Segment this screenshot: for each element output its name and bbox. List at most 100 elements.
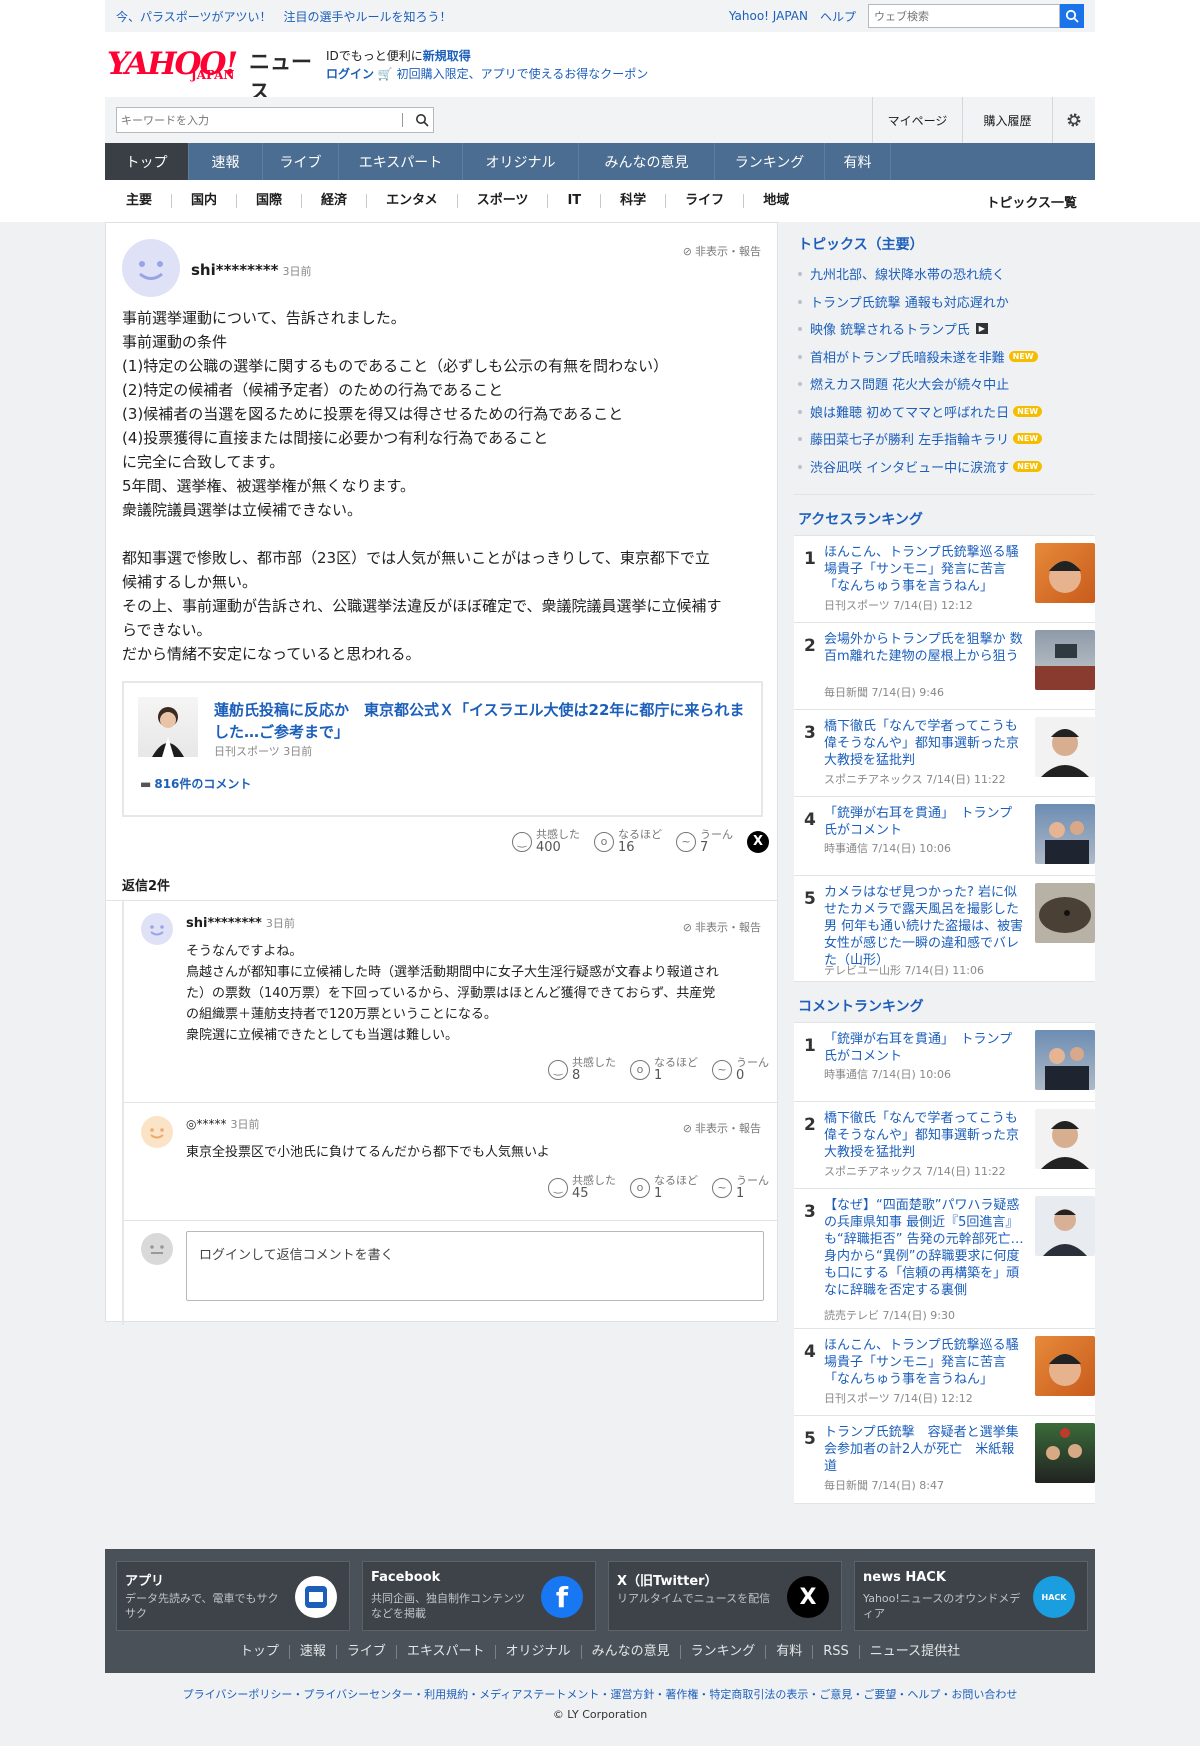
footer-link[interactable]: 速報: [290, 1645, 337, 1659]
insight-button[interactable]: o なるほど 1: [630, 1174, 698, 1201]
login-link[interactable]: ログイン: [326, 67, 374, 81]
footer-card-facebook[interactable]: Facebook 共同企画、独自制作コンテンツなどを掲載 f: [362, 1561, 596, 1631]
settings-button[interactable]: [1052, 97, 1095, 143]
empathy-button[interactable]: ‿ 共感した 8: [548, 1056, 616, 1083]
gnav-opinions[interactable]: みんなの意見: [579, 143, 715, 180]
ranking-item[interactable]: 5 カメラはなぜ見つかった? 岩に似せたカメラで露天風呂を撮影した男 何年も通い…: [794, 875, 1095, 981]
web-search-button[interactable]: [1060, 4, 1084, 28]
comment-ranking-heading[interactable]: コメントランキング: [794, 982, 1095, 1022]
footer-link[interactable]: 有料: [766, 1645, 814, 1659]
footer-card-x[interactable]: X（旧Twitter） リアルタイムでニュースを配信 X: [608, 1561, 842, 1631]
gnav-breaking[interactable]: 速報: [189, 143, 263, 180]
topic-item[interactable]: 九州北部、線状降水帯の恐れ続く: [794, 260, 1095, 288]
comment-user[interactable]: shi********: [191, 261, 279, 279]
help-link[interactable]: ヘルプ: [820, 8, 856, 25]
ranking-thumbnail: [1035, 543, 1095, 603]
subnav-business[interactable]: 経済: [302, 194, 368, 208]
insight-button[interactable]: o なるほど 16: [594, 828, 662, 855]
comment-line: (3)候補者の当選を図るために投票を得又は得させるための行為であること: [122, 405, 624, 423]
subnav-sports[interactable]: スポーツ: [458, 194, 549, 208]
reply-comment-box[interactable]: ログインして返信コメントを書く: [186, 1231, 764, 1301]
subnav-main[interactable]: 主要: [105, 194, 173, 208]
subnav-local[interactable]: 地域: [744, 194, 808, 208]
topic-item[interactable]: 渋谷凪咲 インタビュー中に涙流す NEW: [794, 453, 1095, 481]
subnav-life[interactable]: ライフ: [666, 194, 745, 208]
comment-count-link[interactable]: ▬ 816件のコメント: [140, 775, 251, 792]
gnav-expert[interactable]: エキスパート: [339, 143, 463, 180]
purchase-history-link[interactable]: 購入履歴: [962, 97, 1052, 143]
comment-line: だから情緒不安定になっていると思われる。: [122, 645, 421, 663]
footer-link[interactable]: みんなの意見: [582, 1645, 681, 1659]
subnav-domestic[interactable]: 国内: [172, 194, 238, 208]
gnav-ranking[interactable]: ランキング: [715, 143, 825, 180]
comment-body: 事前選挙運動について、告訴されました。 事前運動の条件 (1)特定の公職の選挙に…: [122, 306, 767, 666]
hmm-button[interactable]: ~ うーん 1: [712, 1174, 769, 1201]
footer-link[interactable]: ニュース提供社: [860, 1645, 970, 1659]
ranking-item[interactable]: 4 「銃弾が右耳を貫通」 トランプ氏がコメント 時事通信 7/14(日) 10:…: [794, 796, 1095, 875]
yahoo-japan-link[interactable]: Yahoo! JAPAN: [729, 9, 808, 23]
reply-user[interactable]: shi********: [186, 916, 262, 931]
hide-report-link[interactable]: ⊘ 非表示・報告: [683, 919, 761, 935]
mypage-link[interactable]: マイページ: [872, 97, 962, 143]
footer-card-app[interactable]: アプリ データ先読みで、電車でもサクサク: [116, 1561, 350, 1631]
web-search-input[interactable]: [868, 4, 1060, 28]
subnav-world[interactable]: 国際: [237, 194, 303, 208]
ranking-item[interactable]: 4 ほんこん、トランプ氏銃撃巡る騒場貴子「サンモニ」発言に苦言「なんちゅう事を言…: [794, 1328, 1095, 1415]
ranking-item[interactable]: 2 会場外からトランプ氏を狙撃か 数百m離れた建物の屋根上から狙う 毎日新聞 7…: [794, 622, 1095, 709]
topic-item[interactable]: 藤田菜七子が勝利 左手指輪キラリ NEW: [794, 425, 1095, 453]
register-link[interactable]: 新規取得: [423, 49, 471, 63]
yahoo-news-logo[interactable]: YAHOO! JAPAN ニュース: [107, 46, 317, 104]
article-title[interactable]: 蓮舫氏投稿に反応か 東京都公式Ｘ「イスラエル大使は22年に都庁に来られました…ご…: [214, 699, 749, 743]
empathy-button[interactable]: ‿ 共感した 45: [548, 1174, 616, 1201]
article-card[interactable]: 蓮舫氏投稿に反応か 東京都公式Ｘ「イスラエル大使は22年に都庁に来られました…ご…: [122, 681, 763, 817]
reaction-bar: ‿ 共感した 8 o なるほど 1 ~ うーん 0: [534, 1056, 769, 1083]
footer-link[interactable]: トップ: [230, 1645, 290, 1659]
subnav-science[interactable]: 科学: [601, 194, 667, 208]
ranking-item[interactable]: 1 「銃弾が右耳を貫通」 トランプ氏がコメント 時事通信 7/14(日) 10:…: [794, 1022, 1095, 1101]
footer-card-newshack[interactable]: news HACK Yahoo!ニュースのオウンドメディア HACK: [854, 1561, 1088, 1631]
topic-item[interactable]: 燃えカス問題 花火大会が続々中止: [794, 370, 1095, 398]
ranking-thumbnail: [1035, 630, 1095, 690]
header: 今、パラスポーツがアツい！ 注目の選手やルールを知ろう！ Yahoo! JAPA…: [0, 0, 1200, 222]
gnav-original[interactable]: オリジナル: [463, 143, 579, 180]
hmm-button[interactable]: ~ うーん 7: [676, 828, 733, 855]
hide-report-link[interactable]: ⊘ 非表示・報告: [683, 1120, 761, 1136]
keyword-search-input[interactable]: [117, 109, 402, 131]
topic-item[interactable]: 首相がトランプ氏暗殺未遂を非難 NEW: [794, 343, 1095, 371]
insight-button[interactable]: o なるほど 1: [630, 1056, 698, 1083]
subnav-it[interactable]: IT: [548, 194, 602, 208]
access-ranking-heading[interactable]: アクセスランキング: [794, 495, 1095, 535]
footer-link[interactable]: ランキング: [681, 1645, 767, 1659]
topics-heading[interactable]: トピックス（主要）: [794, 222, 1095, 260]
x-share-button[interactable]: X: [747, 830, 769, 853]
ranking-item[interactable]: 5 トランプ氏銃撃 容疑者と選挙集会参加者の計2人が死亡 米紙報道 毎日新聞 7…: [794, 1415, 1095, 1504]
ranking-item[interactable]: 1 ほんこん、トランプ氏銃撃巡る騒場貴子「サンモニ」発言に苦言「なんちゅう事を言…: [794, 535, 1095, 622]
ranking-item[interactable]: 2 橋下徹氏「なんで学者ってこうも偉そうなんや」都知事選斬った京大教授を猛批判 …: [794, 1101, 1095, 1188]
hmm-button[interactable]: ~ うーん 0: [712, 1056, 769, 1083]
promo-link[interactable]: 今、パラスポーツがアツい！ 注目の選手やルールを知ろう！: [105, 8, 729, 25]
hide-report-link[interactable]: ⊘ 非表示・報告: [683, 243, 761, 259]
ranking-item[interactable]: 3 【なぜ】“四面楚歌”パワハラ疑惑の兵庫県知事 最側近『5回進言』も“辞職拒否…: [794, 1188, 1095, 1328]
legal-links[interactable]: プライバシーポリシー・プライバシーセンター・利用規約・メディアステートメント・運…: [0, 1686, 1200, 1702]
ranking-item[interactable]: 3 橋下徹氏「なんで学者ってこうも偉そうなんや」都知事選斬った京大教授を猛批判 …: [794, 709, 1095, 796]
divider: [402, 113, 403, 127]
subnav-entertainment[interactable]: エンタメ: [367, 194, 458, 208]
comment-line: 都知事選で惨敗し、都市部（23区）では人気が無いことがはっきりして、東京都下で立: [122, 549, 710, 567]
gnav-live[interactable]: ライブ: [263, 143, 339, 180]
footer-link[interactable]: オリジナル: [496, 1645, 582, 1659]
smile-icon: ‿: [548, 1059, 568, 1080]
reply-user[interactable]: ◎*****: [186, 1117, 226, 1131]
topic-item[interactable]: 映像 銃撃されるトランプ氏 ▶: [794, 315, 1095, 343]
gnav-top[interactable]: トップ: [105, 143, 189, 180]
topic-item[interactable]: トランプ氏銃撃 通報も対応遅れか: [794, 288, 1095, 316]
search-icon[interactable]: [411, 113, 433, 127]
topics-all-link[interactable]: トピックス一覧: [986, 192, 1095, 211]
footer-link[interactable]: RSS: [813, 1645, 860, 1659]
footer-link[interactable]: ライブ: [337, 1645, 397, 1659]
gnav-paid[interactable]: 有料: [825, 143, 891, 180]
empathy-button[interactable]: ‿ 共感した 400: [512, 828, 580, 855]
coupon-link[interactable]: 初回購入限定、アプリで使えるお得なクーポン: [397, 67, 649, 81]
topic-item[interactable]: 娘は難聴 初めてママと呼ばれた日 NEW: [794, 398, 1095, 426]
replies-count[interactable]: 返信2件: [122, 875, 170, 894]
footer-link[interactable]: エキスパート: [397, 1645, 496, 1659]
